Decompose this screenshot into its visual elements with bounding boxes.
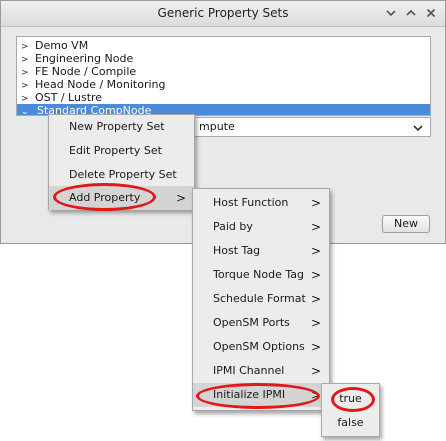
- add-property-submenu: Host Function > Paid by > Host Tag > Torque…: [192, 188, 330, 411]
- submenu-arrow-icon: >: [175, 191, 186, 205]
- chevron-down-icon[interactable]: [412, 123, 424, 136]
- tree-item[interactable]: > Demo VM: [21, 39, 88, 52]
- submenu-arrow-icon: >: [310, 268, 321, 282]
- menu-item-opensm-options[interactable]: OpenSM Options >: [193, 335, 329, 359]
- combo-value: mpute: [199, 120, 235, 133]
- tree-item[interactable]: > Engineering Node: [21, 52, 133, 65]
- property-combo-box[interactable]: mpute: [186, 117, 431, 137]
- tree-item[interactable]: > FE Node / Compile: [21, 65, 136, 78]
- annotation-ellipse-add-property: [53, 183, 156, 211]
- tree-item[interactable]: > Head Node / Monitoring: [21, 78, 166, 91]
- chevron-up-icon[interactable]: [404, 6, 418, 20]
- submenu-arrow-icon: >: [310, 220, 321, 234]
- menu-item-paid-by[interactable]: Paid by >: [193, 215, 329, 239]
- title-bar[interactable]: Generic Property Sets: [1, 1, 445, 27]
- submenu-arrow-icon: >: [310, 244, 321, 258]
- menu-item-new-property-set[interactable]: New Property Set: [49, 115, 194, 139]
- menu-item-schedule-format[interactable]: Schedule Format >: [193, 287, 329, 311]
- menu-item-torque-node-tag[interactable]: Torque Node Tag >: [193, 263, 329, 287]
- menu-item-false[interactable]: false: [322, 411, 379, 435]
- menu-item-ipmi-channel[interactable]: IPMI Channel >: [193, 359, 329, 383]
- menu-item-edit-property-set[interactable]: Edit Property Set: [49, 139, 194, 163]
- menu-item-opensm-ports[interactable]: OpenSM Ports >: [193, 311, 329, 335]
- close-icon[interactable]: [424, 6, 438, 20]
- submenu-arrow-icon: >: [310, 364, 321, 378]
- submenu-arrow-icon: >: [310, 292, 321, 306]
- chevron-down-icon[interactable]: [384, 6, 398, 20]
- tree-item[interactable]: > OST / Lustre: [21, 91, 102, 104]
- menu-item-host-tag[interactable]: Host Tag >: [193, 239, 329, 263]
- new-button[interactable]: New: [382, 215, 430, 233]
- submenu-arrow-icon: >: [310, 316, 321, 330]
- annotation-ellipse-initialize-ipmi: [196, 383, 320, 409]
- menu-item-host-function[interactable]: Host Function >: [193, 191, 329, 215]
- annotation-ellipse-true: [331, 387, 375, 412]
- property-set-tree[interactable]: > Demo VM > Engineering Node > FE Node / Co…: [16, 36, 431, 116]
- window-title: Generic Property Sets: [157, 6, 289, 20]
- submenu-arrow-icon: >: [310, 196, 321, 210]
- submenu-arrow-icon: >: [310, 340, 321, 354]
- tree-collapse-icon[interactable]: ⌄: [17, 106, 37, 115]
